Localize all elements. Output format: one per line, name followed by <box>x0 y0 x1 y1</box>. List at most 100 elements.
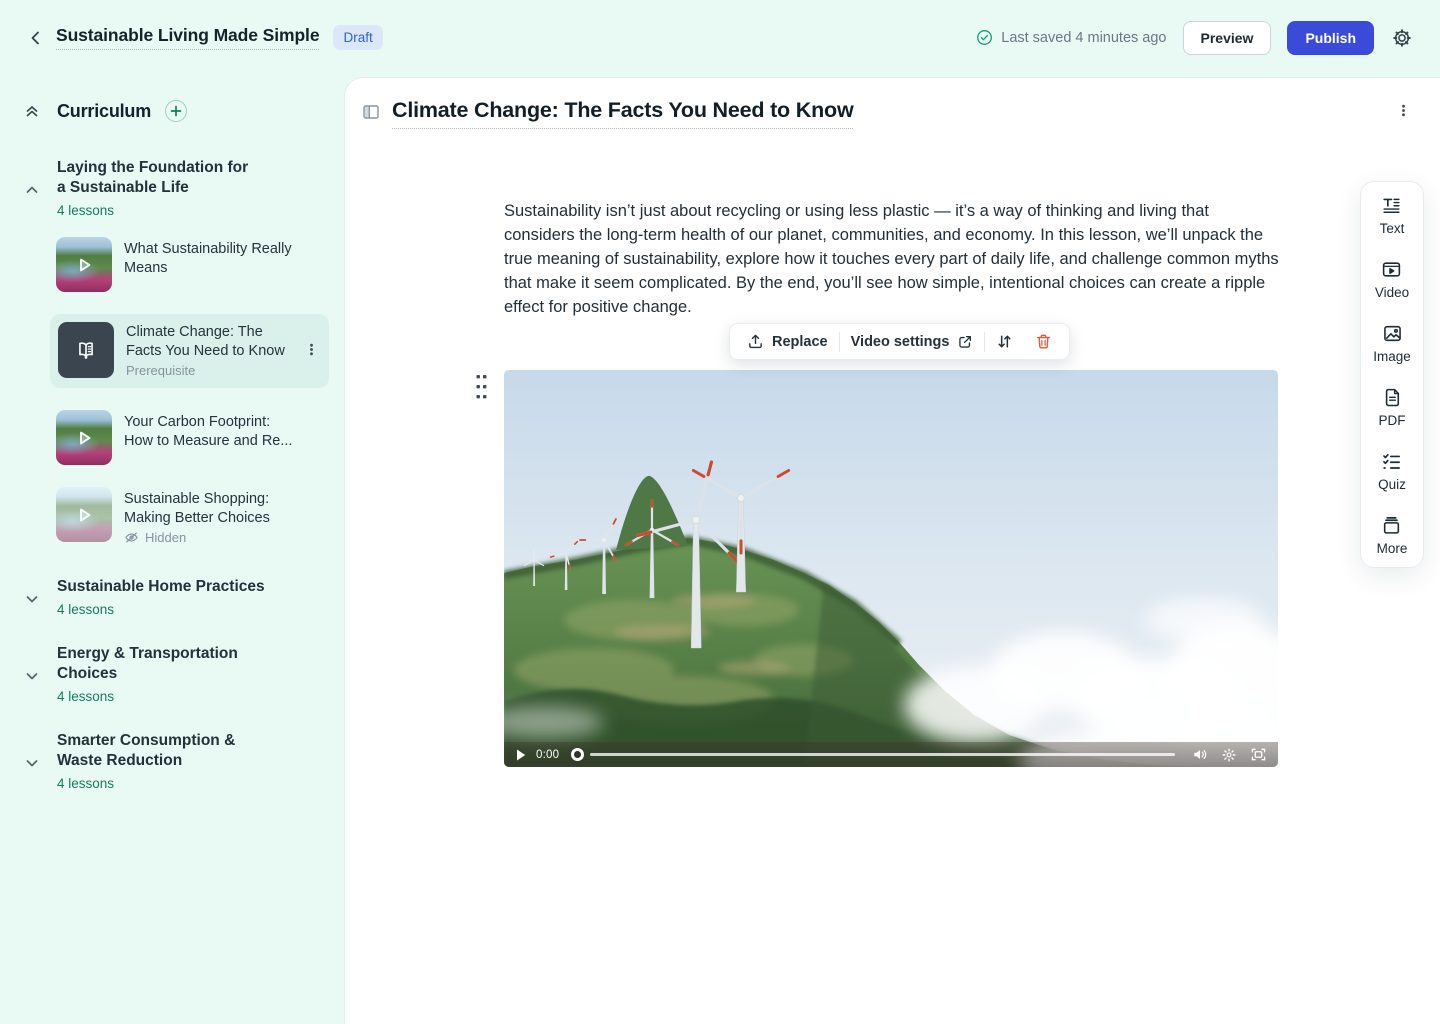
chevron-up-icon <box>24 182 40 198</box>
open-book-icon <box>73 337 99 363</box>
double-chevron-up-icon <box>24 103 40 119</box>
play-button[interactable] <box>516 749 526 761</box>
lesson-item-hidden[interactable]: Sustainable Shopping: Making Better Choi… <box>56 487 299 545</box>
settings-button[interactable] <box>1390 26 1414 50</box>
section-lesson-count: 4 lessons <box>57 689 299 704</box>
preview-button[interactable]: Preview <box>1183 21 1272 55</box>
lesson-thumbnail <box>56 237 112 292</box>
replace-label: Replace <box>772 334 828 350</box>
move-block-button[interactable] <box>985 324 1024 359</box>
lesson-item[interactable]: Your Carbon Footprint: How to Measure an… <box>56 410 299 465</box>
volume-icon <box>1193 748 1207 761</box>
insert-text-button[interactable]: Text <box>1380 195 1405 236</box>
top-bar: Sustainable Living Made Simple Draft Las… <box>0 0 1440 75</box>
lesson-title: What Sustainability Really Means <box>124 240 294 277</box>
sidebar-title: Curriculum <box>57 101 151 122</box>
insert-more-button[interactable]: More <box>1377 515 1408 556</box>
quiz-checklist-icon <box>1381 451 1402 472</box>
video-block-icon <box>1381 259 1402 280</box>
insert-image-button[interactable]: Image <box>1373 323 1411 364</box>
curriculum-section: Laying the Foundation for a Sustainable … <box>0 158 345 545</box>
video-settings-gear-button[interactable] <box>1222 748 1236 762</box>
move-up-down-icon <box>996 333 1013 350</box>
insert-pdf-button[interactable]: PDF <box>1379 387 1406 428</box>
back-button[interactable] <box>24 26 48 50</box>
replace-video-button[interactable]: Replace <box>736 324 839 359</box>
video-current-time: 0:00 <box>536 749 559 761</box>
section-expand-button[interactable] <box>24 668 40 684</box>
section-title: Energy & Transportation Choices <box>57 644 299 684</box>
video-player[interactable]: 0:00 <box>504 370 1278 767</box>
insert-quiz-button[interactable]: Quiz <box>1378 451 1406 492</box>
fullscreen-button[interactable] <box>1251 748 1266 761</box>
insert-item-label: Image <box>1373 349 1411 364</box>
section-expand-button[interactable] <box>24 755 40 771</box>
video-block-toolbar: Replace Video settings <box>729 323 1070 360</box>
collapse-all-button[interactable] <box>24 103 40 119</box>
insert-item-label: Video <box>1375 285 1409 300</box>
insert-item-label: Quiz <box>1378 477 1406 492</box>
video-settings-button[interactable]: Video settings <box>840 324 985 359</box>
volume-button[interactable] <box>1193 748 1207 761</box>
block-drag-handle[interactable] <box>476 374 487 400</box>
delete-block-button[interactable] <box>1024 324 1063 359</box>
play-overlay-icon <box>56 410 112 465</box>
course-title[interactable]: Sustainable Living Made Simple <box>56 25 319 50</box>
section-title[interactable]: Laying the Foundation for a Sustainable … <box>57 158 257 198</box>
publish-button[interactable]: Publish <box>1287 21 1374 55</box>
lesson-sub-label-text: Hidden <box>145 530 186 545</box>
fullscreen-icon <box>1251 748 1266 761</box>
add-curriculum-button[interactable] <box>165 100 187 122</box>
wind-farm-video-frame <box>504 370 1278 767</box>
check-circle-icon <box>976 29 993 46</box>
lesson-sub-label: Prerequisite <box>126 363 292 378</box>
chevron-left-icon <box>27 29 45 47</box>
insert-item-label: More <box>1377 541 1408 556</box>
gear-icon <box>1392 28 1412 48</box>
gear-icon <box>1222 748 1236 762</box>
curriculum-section[interactable]: Smarter Consumption & Waste Reduction 4 … <box>0 731 345 791</box>
lesson-options-button[interactable] <box>1396 103 1412 119</box>
trash-icon <box>1035 333 1052 350</box>
toggle-sidebar-button[interactable] <box>362 103 380 121</box>
video-scrubber-handle[interactable] <box>571 748 584 761</box>
lesson-hidden-label: Hidden <box>124 530 299 545</box>
pdf-block-icon <box>1382 387 1403 408</box>
upload-icon <box>747 333 764 350</box>
lesson-page-title[interactable]: Climate Change: The Facts You Need to Kn… <box>392 98 853 129</box>
insert-item-label: PDF <box>1379 413 1406 428</box>
video-progress-track[interactable] <box>590 753 1175 756</box>
insert-video-button[interactable]: Video <box>1375 259 1409 300</box>
section-lesson-count: 4 lessons <box>57 776 299 791</box>
chevron-down-icon <box>24 668 40 684</box>
lesson-thumbnail <box>56 487 112 542</box>
lesson-item[interactable]: What Sustainability Really Means <box>56 237 299 292</box>
chevron-down-icon <box>24 755 40 771</box>
intro-text-block[interactable]: Sustainability isn’t just about recyclin… <box>504 199 1280 319</box>
reading-lesson-icon-box <box>58 322 114 378</box>
kebab-menu-icon <box>1396 103 1411 118</box>
image-block-icon <box>1382 323 1403 344</box>
lesson-title: Climate Change: The Facts You Need to Kn… <box>126 323 292 360</box>
insert-item-label: Text <box>1380 221 1405 236</box>
section-expand-button[interactable] <box>24 591 40 607</box>
last-saved-text: Last saved 4 minutes ago <box>1001 30 1166 46</box>
more-blocks-icon <box>1381 515 1402 536</box>
lesson-menu-button[interactable] <box>304 342 320 358</box>
grip-dots-icon <box>476 374 487 400</box>
curriculum-section[interactable]: Energy & Transportation Choices 4 lesson… <box>0 644 345 704</box>
external-link-icon <box>957 334 973 350</box>
section-collapse-button[interactable] <box>24 182 40 198</box>
video-control-bar: 0:00 <box>504 742 1278 767</box>
curriculum-sidebar: Curriculum Laying the Foundation for a S… <box>0 75 345 1024</box>
lesson-title: Sustainable Shopping: Making Better Choi… <box>124 490 299 527</box>
lesson-item-selected[interactable]: Climate Change: The Facts You Need to Kn… <box>50 314 329 388</box>
curriculum-section[interactable]: Sustainable Home Practices 4 lessons <box>0 577 345 617</box>
eye-off-icon <box>124 530 139 545</box>
status-badge: Draft <box>333 25 382 50</box>
lesson-thumbnail <box>56 410 112 465</box>
play-overlay-icon <box>56 237 112 292</box>
play-icon <box>516 749 526 761</box>
insert-block-toolbar: Text Video Image PDF Quiz More <box>1360 181 1424 568</box>
section-title: Smarter Consumption & Waste Reduction <box>57 731 272 771</box>
